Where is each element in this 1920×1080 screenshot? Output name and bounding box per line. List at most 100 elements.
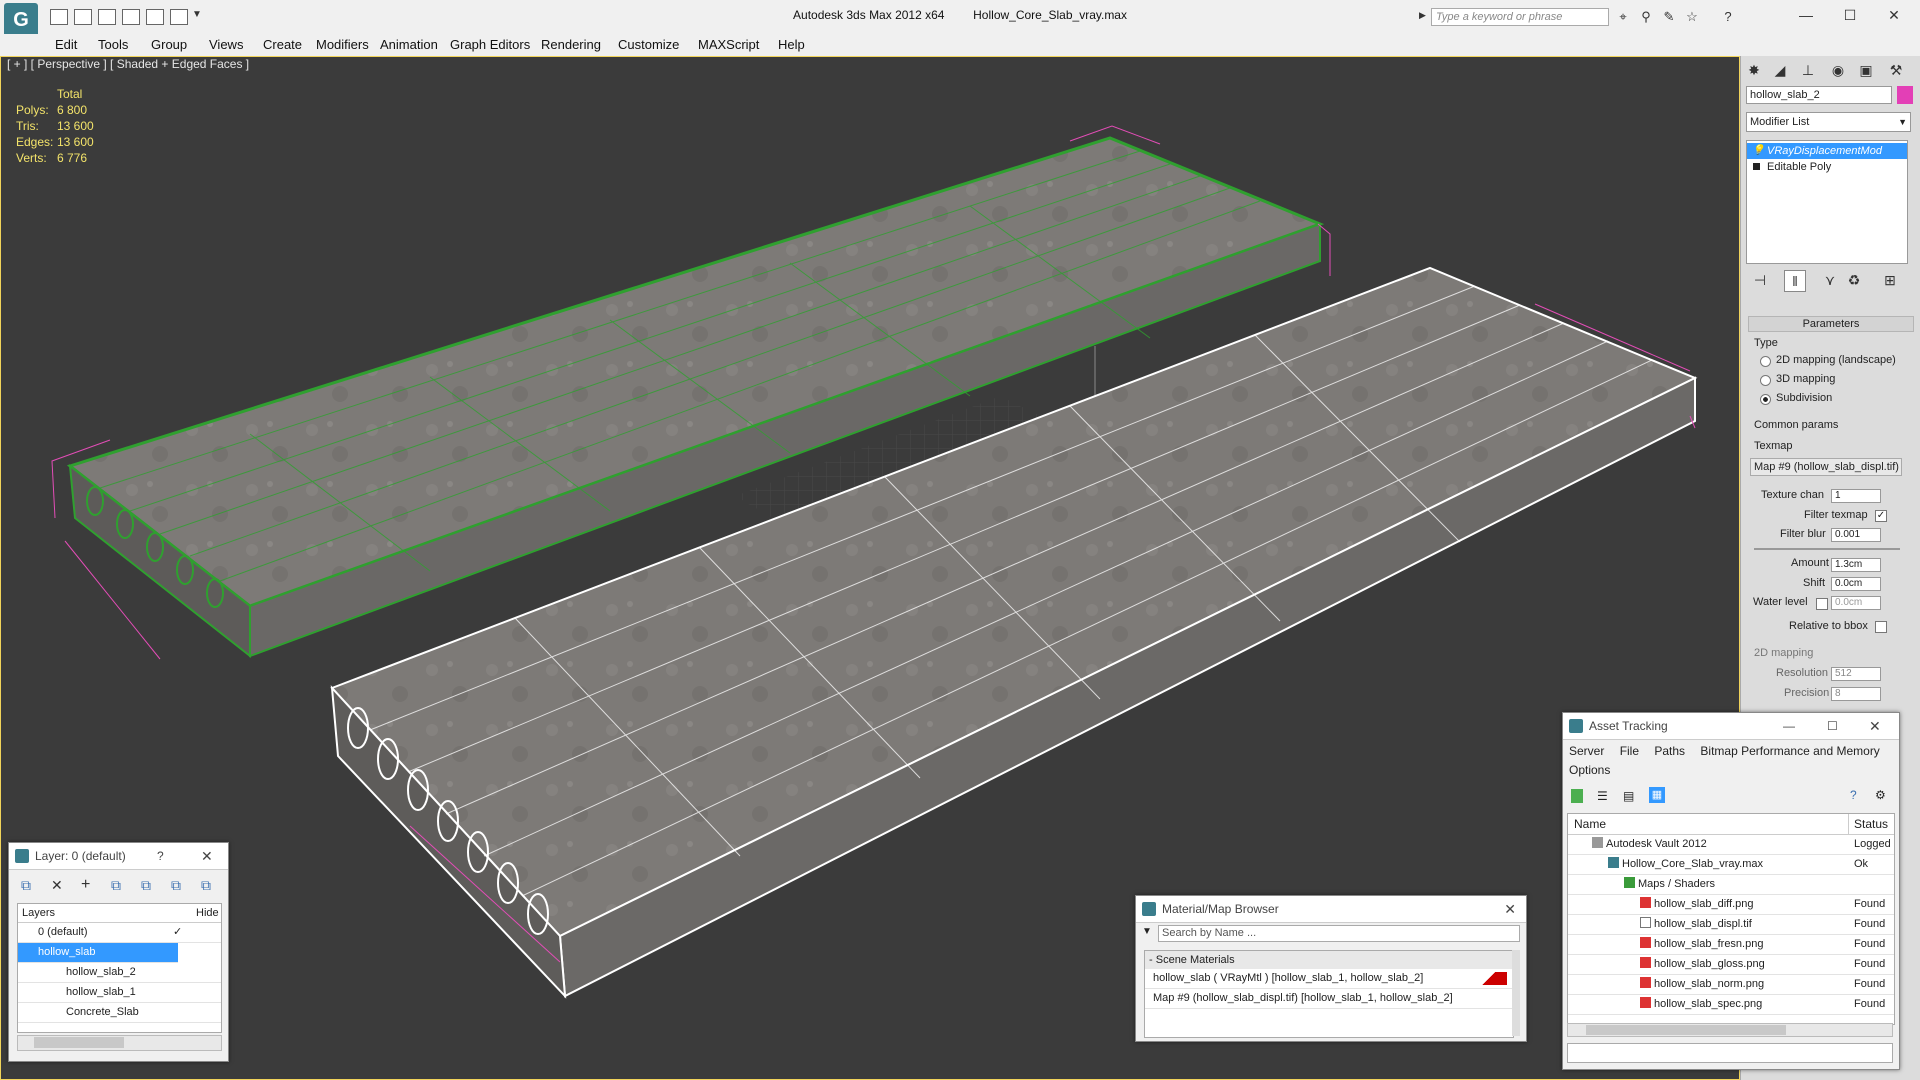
remove-modifier-icon[interactable]: ♻: [1844, 270, 1864, 290]
object-color-swatch[interactable]: [1897, 86, 1913, 104]
asset-menu-options[interactable]: Options: [1569, 763, 1610, 777]
menu-group[interactable]: Group: [151, 34, 187, 56]
maximize-icon[interactable]: ☐: [1827, 713, 1838, 739]
search-expand-icon[interactable]: ▶: [1419, 10, 1426, 21]
asset-row-displ[interactable]: hollow_slab_displ.tif Found: [1568, 915, 1894, 935]
asset-row-norm[interactable]: hollow_slab_norm.png Found: [1568, 975, 1894, 995]
viewport-label[interactable]: [ + ] [ Perspective ] [ Shaded + Edged F…: [7, 57, 249, 71]
stack-item-vraydisplacement[interactable]: 💡 VRayDisplacementMod: [1747, 143, 1907, 159]
filter-blur-spinner[interactable]: 0.001: [1831, 528, 1881, 542]
close-window-icon[interactable]: ✕: [1874, 4, 1914, 26]
col-layers-header[interactable]: Layers: [22, 904, 55, 922]
layer-list-scrollbar[interactable]: [17, 1035, 222, 1051]
asset-tracking-titlebar[interactable]: Asset Tracking — ☐ ✕: [1563, 713, 1899, 740]
radio-3d-mapping[interactable]: [1760, 375, 1771, 386]
menu-tools[interactable]: Tools: [98, 34, 128, 56]
active-check-icon[interactable]: ✓: [173, 923, 182, 942]
menu-views[interactable]: Views: [209, 34, 243, 56]
close-icon[interactable]: ✕: [1869, 713, 1881, 739]
menu-help[interactable]: Help: [778, 34, 805, 56]
texmap-button[interactable]: Map #9 (hollow_slab_displ.tif): [1750, 458, 1902, 476]
modify-tab-icon[interactable]: ◢: [1770, 60, 1790, 80]
asset-row-spec[interactable]: hollow_slab_spec.png Found: [1568, 995, 1894, 1015]
stack-item-editable-poly[interactable]: Editable Poly: [1747, 159, 1907, 175]
asset-menu-server[interactable]: Server: [1569, 744, 1604, 758]
create-tab-icon[interactable]: ✸: [1744, 60, 1764, 80]
scrollbar-thumb[interactable]: [34, 1037, 124, 1048]
lightbulb-icon[interactable]: 💡: [1752, 143, 1764, 159]
material-item-map9[interactable]: Map #9 (hollow_slab_displ.tif) [hollow_s…: [1145, 989, 1513, 1009]
menu-create[interactable]: Create: [263, 34, 302, 56]
modifier-list-dropdown[interactable]: Modifier List ▼: [1746, 112, 1911, 132]
display-tab-icon[interactable]: ▣: [1856, 60, 1876, 80]
amount-spinner[interactable]: 1.3cm: [1831, 558, 1881, 572]
asset-row-maps[interactable]: Maps / Shaders: [1568, 875, 1894, 895]
help-icon[interactable]: ?: [1850, 788, 1857, 802]
expand-plus-icon[interactable]: [1753, 163, 1760, 170]
precision-spinner[interactable]: 8: [1831, 687, 1881, 701]
minimize-window-icon[interactable]: —: [1786, 4, 1826, 26]
communication-icon[interactable]: ✎: [1661, 10, 1677, 24]
asset-row-max-file[interactable]: Hollow_Core_Slab_vray.max Ok: [1568, 855, 1894, 875]
object-name-field[interactable]: hollow_slab_2: [1746, 86, 1892, 104]
hierarchy-tab-icon[interactable]: ⊥: [1798, 60, 1818, 80]
subscription-icon[interactable]: ⚲: [1638, 10, 1654, 24]
help-icon[interactable]: ?: [1720, 10, 1736, 24]
layer-row-default[interactable]: 0 (default) ✓: [18, 923, 221, 943]
layer-row-hollow-slab[interactable]: hollow_slab: [18, 943, 178, 963]
material-list-scrollbar[interactable]: [1512, 950, 1520, 1036]
col-hide-header[interactable]: Hide: [196, 904, 219, 922]
asset-row-fresn[interactable]: hollow_slab_fresn.png Found: [1568, 935, 1894, 955]
menu-edit[interactable]: Edit: [55, 34, 77, 56]
table-view-icon[interactable]: ▦: [1649, 787, 1665, 803]
detail-view-icon[interactable]: ▤: [1623, 789, 1634, 803]
material-search-input[interactable]: Search by Name ...: [1158, 925, 1520, 942]
maximize-window-icon[interactable]: ☐: [1830, 4, 1870, 26]
menu-graph-editors[interactable]: Graph Editors: [450, 34, 530, 56]
binoculars-icon[interactable]: ⌖: [1615, 10, 1631, 24]
list-view-icon[interactable]: ☰: [1597, 789, 1608, 803]
make-unique-icon[interactable]: ⋎: [1820, 270, 1840, 290]
minimize-icon[interactable]: —: [1783, 713, 1795, 739]
radio-2d-mapping-label[interactable]: 2D mapping (landscape): [1776, 354, 1896, 366]
asset-row-gloss[interactable]: hollow_slab_gloss.png Found: [1568, 955, 1894, 975]
asset-row-diff[interactable]: hollow_slab_diff.png Found: [1568, 895, 1894, 915]
scrollbar-thumb[interactable]: [1586, 1025, 1786, 1035]
browser-options-icon[interactable]: ▼: [1142, 926, 1152, 937]
resolution-spinner[interactable]: 512: [1831, 667, 1881, 681]
configure-sets-icon[interactable]: ⊞: [1880, 270, 1900, 290]
keyword-search-input[interactable]: Type a keyword or phrase: [1431, 8, 1609, 26]
select-objects-icon[interactable]: ⧉: [111, 877, 121, 894]
utilities-tab-icon[interactable]: ⚒: [1886, 60, 1906, 80]
shift-spinner[interactable]: 0.0cm: [1831, 577, 1881, 591]
radio-subdivision[interactable]: [1760, 394, 1771, 405]
create-layer-icon[interactable]: ⧉: [21, 877, 31, 894]
menu-animation[interactable]: Animation: [380, 34, 438, 56]
col-name-header[interactable]: Name: [1574, 814, 1606, 834]
add-to-layer-icon[interactable]: +: [81, 876, 90, 894]
scene-materials-header[interactable]: - Scene Materials: [1145, 951, 1513, 969]
menu-customize[interactable]: Customize: [618, 34, 679, 56]
show-end-result-icon[interactable]: ‖: [1784, 270, 1806, 292]
menu-maxscript[interactable]: MAXScript: [698, 34, 759, 56]
layer-row-hollow-slab-2[interactable]: hollow_slab_2: [18, 963, 221, 983]
menu-rendering[interactable]: Rendering: [541, 34, 601, 56]
asset-menu-bitmap[interactable]: Bitmap Performance and Memory: [1700, 744, 1879, 758]
radio-2d-mapping[interactable]: [1760, 356, 1771, 367]
relative-bbox-checkbox[interactable]: [1875, 621, 1887, 633]
help-icon[interactable]: ?: [157, 843, 164, 869]
filter-texmap-checkbox[interactable]: ✓: [1875, 510, 1887, 522]
layer-row-hollow-slab-1[interactable]: hollow_slab_1: [18, 983, 221, 1003]
asset-menu-paths[interactable]: Paths: [1654, 744, 1685, 758]
highlight-layer-icon[interactable]: ⧉: [141, 877, 151, 894]
settings-icon[interactable]: ⚙: [1875, 788, 1886, 802]
material-browser-titlebar[interactable]: Material/Map Browser ✕: [1136, 896, 1526, 923]
asset-row-vault[interactable]: Autodesk Vault 2012 Logged O: [1568, 835, 1894, 855]
radio-subdivision-label[interactable]: Subdivision: [1776, 392, 1832, 404]
col-status-header[interactable]: Status: [1854, 814, 1888, 834]
pin-stack-icon[interactable]: ⊣: [1750, 270, 1770, 290]
freeze-all-icon[interactable]: ⧉: [201, 877, 211, 894]
refresh-icon[interactable]: [1571, 789, 1583, 803]
parameters-rollout-header[interactable]: Parameters: [1748, 316, 1914, 332]
layer-dialog-titlebar[interactable]: Layer: 0 (default) ? ✕: [9, 843, 228, 870]
